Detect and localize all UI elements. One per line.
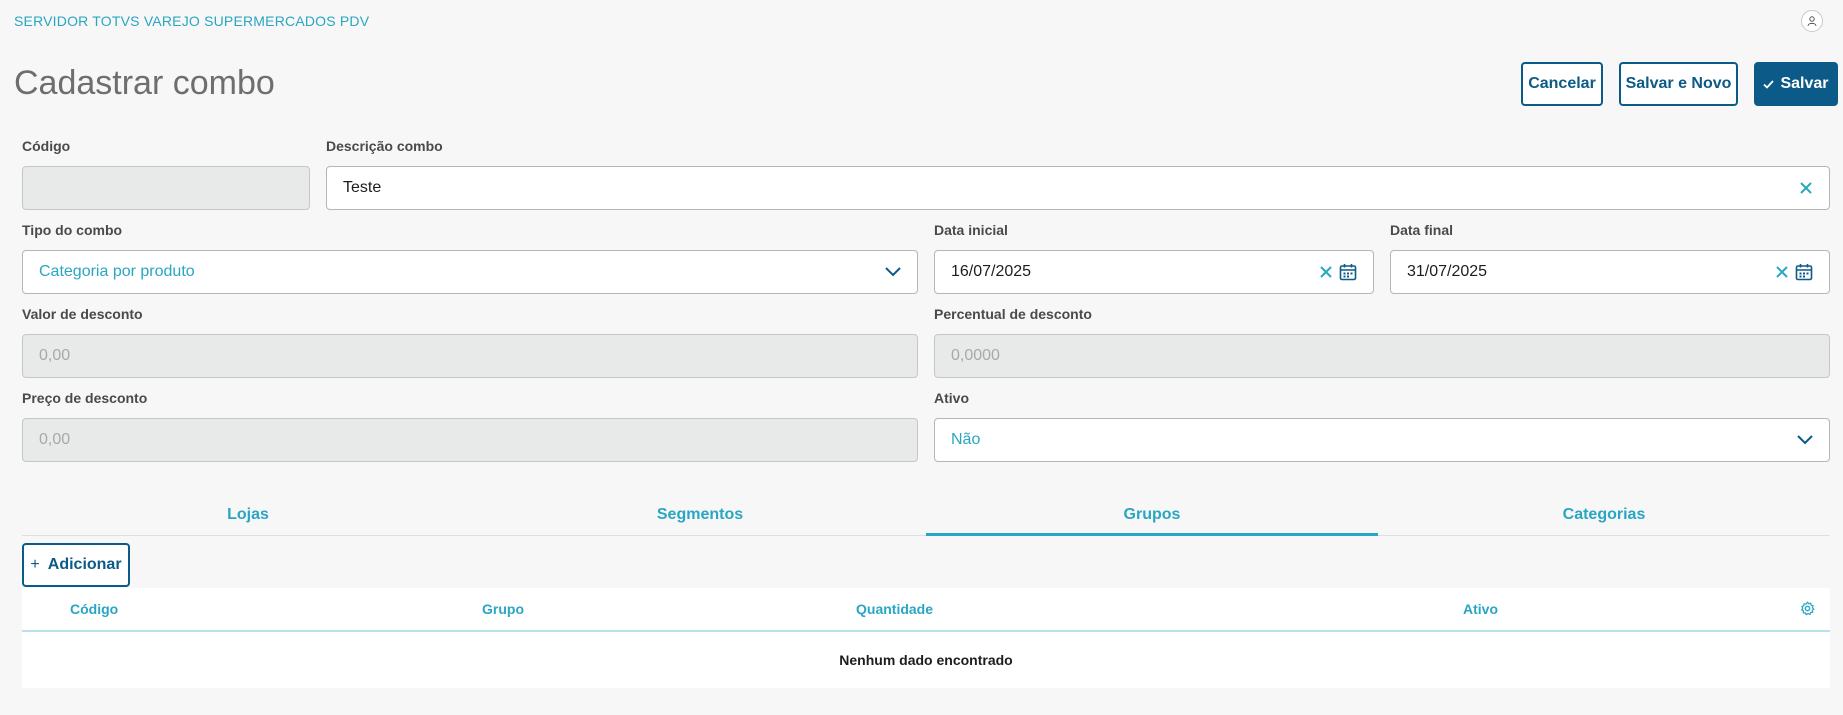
clear-icon[interactable]	[1319, 265, 1333, 279]
descricao-value: Teste	[343, 179, 382, 196]
descricao-label: Descrição combo	[326, 138, 443, 154]
calendar-icon[interactable]	[1339, 263, 1357, 281]
data-final-label: Data final	[1390, 222, 1454, 238]
data-inicial-input[interactable]: 16/07/2025	[934, 250, 1374, 294]
check-icon	[1763, 77, 1775, 92]
tab-categorias[interactable]: Categorias	[1378, 494, 1830, 535]
user-menu-button[interactable]	[1801, 10, 1823, 32]
tab-grupos[interactable]: Grupos	[926, 494, 1378, 536]
percentual-desconto-placeholder: 0,0000	[951, 347, 1000, 364]
clear-icon[interactable]	[1799, 181, 1813, 195]
descricao-input[interactable]: Teste	[326, 166, 1830, 210]
valor-desconto-field: 0,00	[22, 334, 918, 378]
data-inicial-label: Data inicial	[934, 222, 1008, 238]
data-final-input[interactable]: 31/07/2025	[1390, 250, 1830, 294]
percentual-desconto-label: Percentual de desconto	[934, 306, 1092, 322]
column-header-codigo[interactable]: Código	[70, 601, 118, 617]
user-icon	[1807, 16, 1817, 27]
cancel-button[interactable]: Cancelar	[1521, 62, 1603, 106]
tipo-select[interactable]: Categoria por produto	[22, 250, 918, 294]
ativo-value: Não	[951, 431, 981, 448]
save-button[interactable]: Salvar	[1754, 62, 1838, 106]
data-final-value: 31/07/2025	[1407, 263, 1488, 280]
top-bar: SERVIDOR TOTVS VAREJO SUPERMERCADOS PDV	[0, 0, 1843, 42]
save-and-new-button[interactable]: Salvar e Novo	[1619, 62, 1738, 106]
tab-bar: Lojas Segmentos Grupos Categorias	[22, 494, 1830, 536]
tab-lojas[interactable]: Lojas	[22, 494, 474, 535]
preco-desconto-label: Preço de desconto	[22, 390, 148, 406]
codigo-field	[22, 166, 310, 210]
tipo-value: Categoria por produto	[39, 263, 195, 280]
chevron-down-icon	[885, 267, 901, 277]
column-header-ativo[interactable]: Ativo	[1463, 601, 1498, 617]
tipo-label: Tipo do combo	[22, 222, 123, 238]
calendar-icon[interactable]	[1795, 263, 1813, 281]
groups-table: Código Grupo Quantidade Ativo Nenhum dad…	[22, 588, 1830, 688]
preco-desconto-field: 0,00	[22, 418, 918, 462]
chevron-down-icon	[1797, 435, 1813, 445]
page-title: Cadastrar combo	[14, 64, 275, 102]
gear-icon[interactable]	[1800, 601, 1815, 621]
valor-desconto-placeholder: 0,00	[39, 347, 71, 364]
app-title: SERVIDOR TOTVS VAREJO SUPERMERCADOS PDV	[14, 13, 370, 29]
column-header-quantidade[interactable]: Quantidade	[856, 601, 933, 617]
add-button[interactable]: + Adicionar	[22, 543, 130, 587]
valor-desconto-label: Valor de desconto	[22, 306, 143, 322]
column-header-grupo[interactable]: Grupo	[482, 601, 524, 617]
save-button-label: Salvar	[1780, 75, 1829, 92]
codigo-label: Código	[22, 138, 71, 154]
table-header: Código Grupo Quantidade Ativo	[22, 588, 1830, 632]
add-button-label: Adicionar	[47, 556, 122, 573]
clear-icon[interactable]	[1775, 265, 1789, 279]
empty-message: Nenhum dado encontrado	[839, 652, 1013, 668]
plus-icon: +	[30, 556, 40, 573]
ativo-select[interactable]: Não	[934, 418, 1830, 462]
tab-segmentos[interactable]: Segmentos	[474, 494, 926, 535]
ativo-label: Ativo	[934, 390, 969, 406]
percentual-desconto-field: 0,0000	[934, 334, 1830, 378]
preco-desconto-placeholder: 0,00	[39, 431, 71, 448]
data-inicial-value: 16/07/2025	[951, 263, 1032, 280]
